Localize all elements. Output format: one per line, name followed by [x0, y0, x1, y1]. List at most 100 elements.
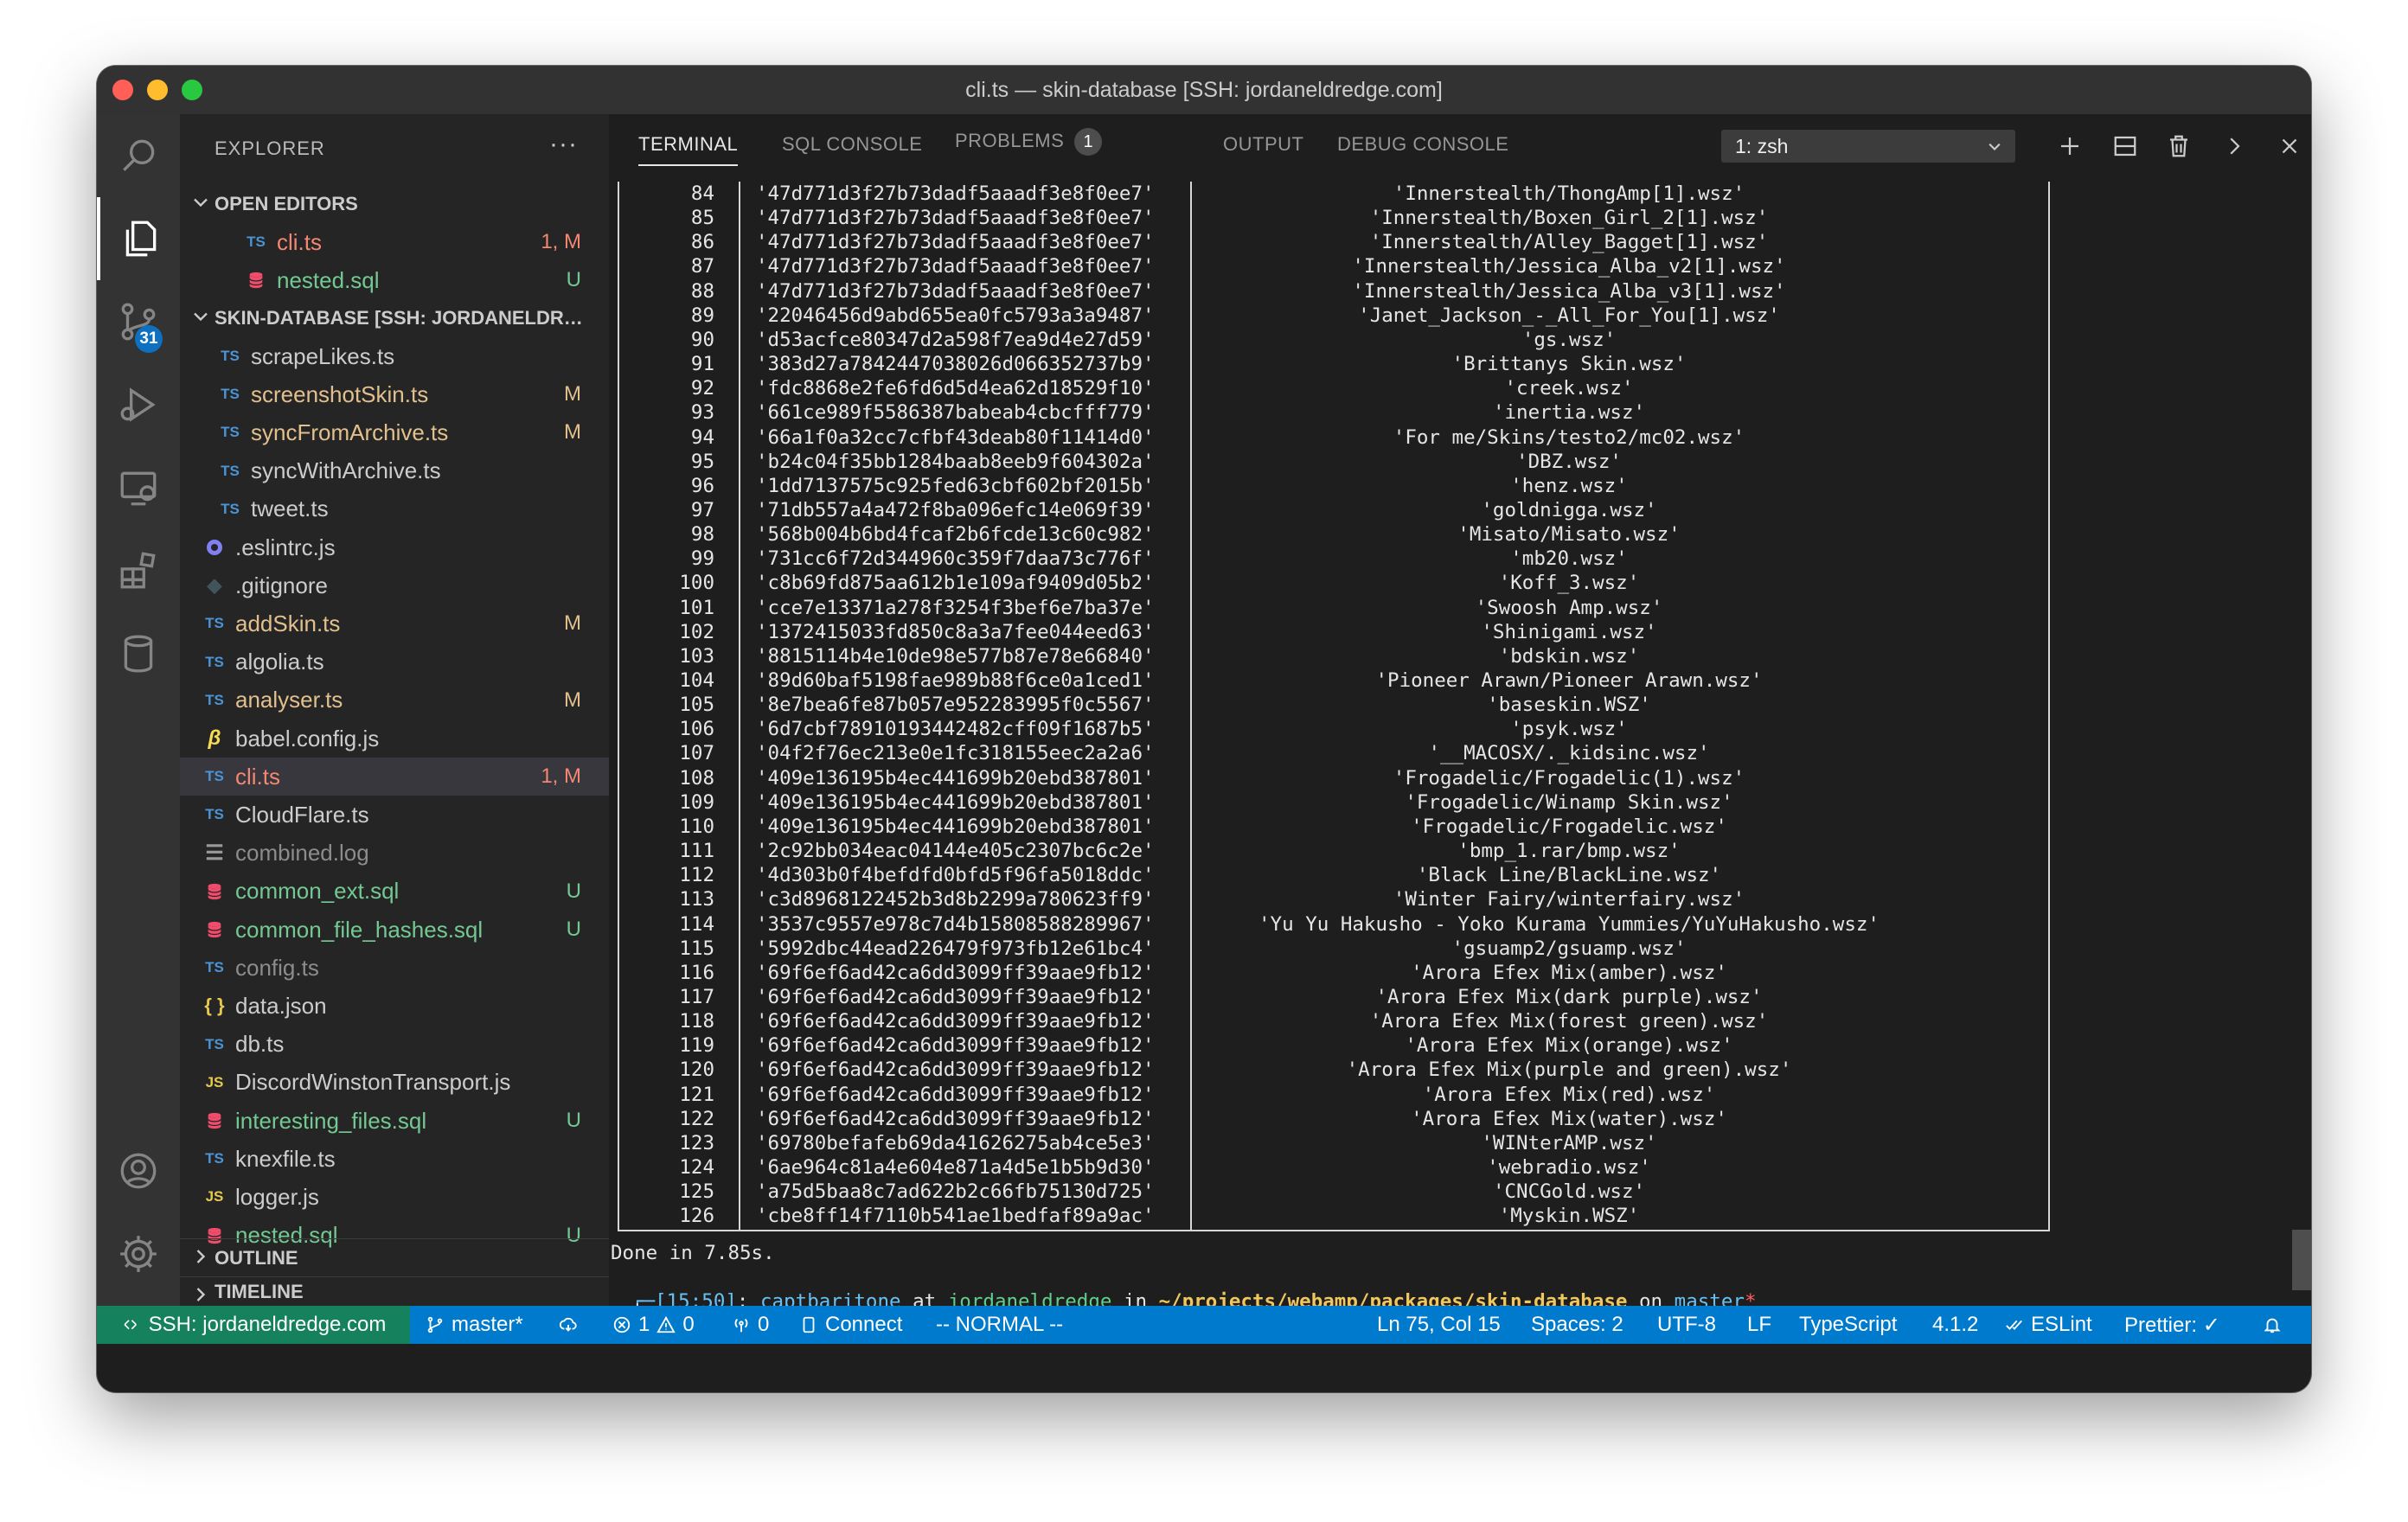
file-item[interactable]: TS tweet.ts [180, 490, 609, 528]
extensions-icon[interactable] [97, 529, 180, 612]
file-item[interactable]: TS addSkin.ts M [180, 604, 609, 643]
file-item[interactable]: common_file_hashes.sql U [180, 911, 609, 949]
run-debug-icon[interactable] [97, 363, 180, 446]
remote-indicator[interactable]: SSH: jordaneldredge.com [97, 1306, 410, 1344]
file-item[interactable]: TS algolia.ts [180, 643, 609, 681]
typescript-version[interactable]: 4.1.2 [1932, 1306, 1978, 1344]
row-index: 100 [679, 572, 714, 595]
file-name: syncWithArchive.ts [251, 457, 441, 484]
workspace-header[interactable]: SKIN-DATABASE [SSH: JORDANELDREDGE.COM] [180, 299, 609, 337]
file-status: M [564, 382, 581, 406]
explorer-icon[interactable] [97, 197, 180, 280]
file-item[interactable]: nested.sql U [180, 261, 609, 299]
prettier-status[interactable]: Prettier: ✓ [2124, 1306, 2220, 1344]
table-row: 111'2c92bb034eac04144e405c2307bc6c2e''bm… [619, 839, 2052, 863]
remote-explorer-icon[interactable] [97, 446, 180, 529]
terminal[interactable]: 84'47d771d3f27b73dadf5aaadf3e8f0ee7' 'Inn… [609, 182, 2311, 1328]
file-name: cli.ts [235, 763, 280, 790]
file-item[interactable]: JS logger.js [180, 1178, 609, 1216]
file-item[interactable]: TS syncWithArchive.ts [180, 452, 609, 490]
file-item[interactable]: TS scrapeLikes.ts [180, 337, 609, 375]
database-connect-icon [803, 1316, 815, 1333]
file-item[interactable]: TS CloudFlare.ts [180, 796, 609, 834]
file-item[interactable]: TS syncFromArchive.ts M [180, 413, 609, 451]
terminal-selector[interactable]: 1: zsh [1721, 130, 2015, 163]
trash-icon[interactable] [2162, 130, 2195, 163]
notifications-bell-icon[interactable] [2263, 1306, 2282, 1344]
problems-status[interactable]: 1 0 [612, 1306, 695, 1344]
file-item[interactable]: JS DiscordWinstonTransport.js [180, 1064, 609, 1102]
file-name: CloudFlare.ts [235, 801, 369, 828]
settings-gear-icon[interactable] [97, 1212, 180, 1295]
scm-badge: 31 [135, 325, 163, 353]
account-icon[interactable] [97, 1129, 180, 1212]
file-item[interactable]: ☰ combined.log [180, 835, 609, 873]
file-item[interactable]: .eslintrc.js [180, 528, 609, 566]
tab-output[interactable]: OUTPUT [1223, 133, 1303, 156]
terminal-scrollbar[interactable] [2292, 1230, 2311, 1290]
minimize-window-button[interactable] [147, 80, 168, 100]
table-row: 112'4d303b0f4befdfd0bfd5f96fa5018ddc' 'Bl… [619, 863, 2052, 887]
row-file: 'WINterAMP.wsz' [1481, 1131, 1657, 1154]
ports-status[interactable]: 0 [732, 1306, 769, 1344]
end-of-line[interactable]: LF [1747, 1306, 1771, 1344]
table-row: 126'cbe8ff14f7110b541ae1bedfaf89a9ac' 'My… [619, 1204, 2052, 1228]
typescript-file-icon: TS [221, 462, 240, 479]
outline-section-header[interactable]: OUTLINE [180, 1238, 609, 1276]
database-file-icon [199, 919, 230, 940]
table-row: 122'69f6ef6ad42ca6dd3099ff39aae9fb12' 'Ar… [619, 1107, 2052, 1131]
eslint-status[interactable]: ESLint [2005, 1306, 2092, 1344]
add-terminal-icon[interactable] [2053, 130, 2086, 163]
close-icon[interactable] [2273, 130, 2306, 163]
tab-problems[interactable]: PROBLEMS 1 [955, 128, 1103, 156]
git-branch-status[interactable]: master* [426, 1306, 523, 1344]
database-icon[interactable] [97, 612, 180, 695]
chevron-right-icon[interactable] [2218, 130, 2251, 163]
row-file: 'Innerstealth/ThongAmp[1].wsz' [1393, 182, 1745, 205]
indentation[interactable]: Spaces: 2 [1531, 1306, 1623, 1344]
encoding[interactable]: UTF-8 [1657, 1306, 1716, 1344]
language-mode[interactable]: TypeScript [1799, 1306, 1897, 1344]
file-status: U [566, 918, 581, 941]
search-icon[interactable] [97, 114, 180, 197]
row-index: 92 [690, 377, 714, 400]
row-index: 116 [679, 961, 714, 984]
file-item[interactable]: common_ext.sql U [180, 873, 609, 911]
source-control-icon[interactable]: 31 [97, 280, 180, 363]
row-file: 'Yu Yu Hakusho - Yoko Kurama Yummies/YuY… [1258, 912, 1880, 936]
file-item[interactable]: ◆ .gitignore [180, 566, 609, 604]
table-row: 94'66a1f0a32cc7cfbf43deab80f11414d0' 'For… [619, 425, 2052, 450]
timeline-section-header[interactable]: TIMELINE [180, 1276, 609, 1306]
more-actions-icon[interactable]: ··· [549, 130, 578, 159]
database-file-icon [199, 881, 230, 902]
file-item[interactable]: TS analyser.ts M [180, 681, 609, 719]
file-item[interactable]: TS cli.ts 1, M [180, 223, 609, 261]
close-window-button[interactable] [112, 80, 133, 100]
typescript-file-icon: TS [205, 768, 224, 785]
split-terminal-icon[interactable] [2109, 130, 2142, 163]
file-item[interactable]: TS db.ts [180, 1026, 609, 1064]
file-item[interactable]: TS knexfile.ts [180, 1140, 609, 1178]
file-item[interactable]: β babel.config.js [180, 719, 609, 758]
row-index: 120 [679, 1058, 714, 1082]
typescript-file-icon: TS [205, 653, 224, 670]
table-row: 92'fdc8868e2fe6fd6d5d4ea62d18529f10''cre… [619, 376, 2052, 400]
file-name: babel.config.js [235, 725, 380, 751]
file-item[interactable]: interesting_files.sql U [180, 1102, 609, 1140]
connect-status[interactable]: Connect [799, 1306, 902, 1344]
file-item[interactable]: { } data.json [180, 987, 609, 1025]
file-item[interactable]: TS cli.ts 1, M [180, 758, 609, 796]
file-item[interactable]: TS config.ts [180, 949, 609, 987]
table-row: 123'69780befafeb69da41626275ab4ce5e3' 'WI… [619, 1131, 2052, 1155]
file-status: M [564, 687, 581, 712]
open-editors-header[interactable]: OPEN EDITORS [180, 185, 609, 223]
cursor-position[interactable]: Ln 75, Col 15 [1377, 1306, 1501, 1344]
row-file: 'Koff_3.wsz' [1498, 572, 1640, 595]
file-item[interactable]: TS screenshotSkin.ts M [180, 375, 609, 413]
tab-debug-console[interactable]: DEBUG CONSOLE [1337, 133, 1508, 156]
sync-icon[interactable] [559, 1306, 578, 1344]
maximize-window-button[interactable] [182, 80, 202, 100]
tab-sql-console[interactable]: SQL CONSOLE [782, 133, 922, 156]
row-file: 'Misato/Misato.wsz' [1457, 523, 1681, 547]
tab-terminal[interactable]: TERMINAL [638, 133, 739, 166]
